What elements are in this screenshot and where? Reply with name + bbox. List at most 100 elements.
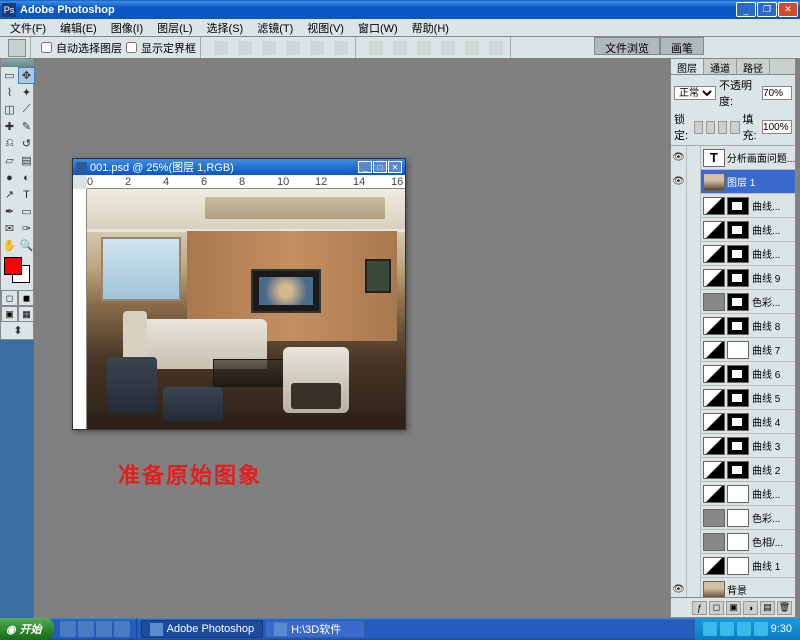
layer-set-icon[interactable]: ▣ bbox=[726, 601, 741, 615]
layer-name[interactable]: 曲线 7 bbox=[752, 342, 780, 357]
layer-name[interactable]: 曲线 3 bbox=[752, 438, 780, 453]
link-cell[interactable] bbox=[687, 314, 701, 338]
layer-name[interactable]: 曲线 2 bbox=[752, 462, 780, 477]
lock-pixels-icon[interactable] bbox=[706, 121, 715, 134]
menu-item[interactable]: 文件(F) bbox=[4, 19, 52, 37]
menu-item[interactable]: 图像(I) bbox=[105, 19, 149, 37]
visibility-toggle[interactable] bbox=[671, 410, 687, 434]
visibility-toggle[interactable] bbox=[671, 386, 687, 410]
layer-row[interactable]: 曲线 2 bbox=[671, 458, 795, 482]
slice-tool[interactable]: ⟋ bbox=[18, 101, 35, 118]
lasso-tool[interactable]: ⌇ bbox=[1, 84, 18, 101]
layer-row[interactable]: 色彩... bbox=[671, 506, 795, 530]
pen-tool[interactable]: ✒ bbox=[1, 203, 18, 220]
toolbox-grip[interactable] bbox=[1, 59, 33, 67]
lock-position-icon[interactable] bbox=[718, 121, 727, 134]
stamp-tool[interactable]: ⎌ bbox=[1, 135, 18, 152]
tray-icon[interactable] bbox=[720, 622, 734, 636]
heal-tool[interactable]: ✚ bbox=[1, 118, 18, 135]
blur-tool[interactable]: ● bbox=[1, 169, 18, 186]
layer-mask-thumbnail[interactable] bbox=[727, 245, 749, 263]
layer-mask-thumbnail[interactable] bbox=[727, 533, 749, 551]
layer-mask-thumbnail[interactable] bbox=[727, 413, 749, 431]
layer-thumbnail[interactable] bbox=[703, 581, 725, 598]
layer-mask-thumbnail[interactable] bbox=[727, 389, 749, 407]
screen-mode-icon[interactable]: ▦ bbox=[18, 306, 35, 322]
link-cell[interactable] bbox=[687, 170, 701, 194]
visibility-toggle[interactable] bbox=[671, 482, 687, 506]
layer-list[interactable]: 👁T分析画面问题...👁 图层 1 曲线... 曲线... 曲线... 曲线 9 色彩...… bbox=[671, 146, 795, 597]
screen-mode-icon[interactable]: ▣ bbox=[1, 306, 18, 322]
delete-layer-icon[interactable]: 🗑 bbox=[777, 601, 792, 615]
layer-style-icon[interactable]: ƒ bbox=[692, 601, 707, 615]
layer-name[interactable]: 曲线... bbox=[752, 246, 780, 261]
distribute-icon[interactable] bbox=[417, 41, 431, 55]
minimize-button[interactable]: _ bbox=[736, 2, 756, 17]
task-button[interactable]: Adobe Photoshop bbox=[141, 620, 263, 638]
layer-name[interactable]: 曲线 5 bbox=[752, 390, 780, 405]
link-cell[interactable] bbox=[687, 338, 701, 362]
link-cell[interactable] bbox=[687, 194, 701, 218]
tab-file-browser[interactable]: 文件浏览 bbox=[594, 37, 660, 55]
layer-mask-thumbnail[interactable] bbox=[727, 485, 749, 503]
layer-thumbnail[interactable] bbox=[703, 365, 725, 383]
layer-row[interactable]: 色彩... bbox=[671, 290, 795, 314]
layer-thumbnail[interactable] bbox=[703, 437, 725, 455]
visibility-toggle[interactable] bbox=[671, 266, 687, 290]
close-button[interactable]: ✕ bbox=[778, 2, 798, 17]
layer-name[interactable]: 曲线 4 bbox=[752, 414, 780, 429]
visibility-toggle[interactable]: 👁 bbox=[671, 146, 687, 170]
mask-mode-icon[interactable]: ◼ bbox=[18, 290, 35, 306]
visibility-toggle[interactable]: 👁 bbox=[671, 170, 687, 194]
link-cell[interactable] bbox=[687, 506, 701, 530]
layer-name[interactable]: 曲线 9 bbox=[752, 270, 780, 285]
layer-row[interactable]: 👁背景 bbox=[671, 578, 795, 597]
layer-row[interactable]: 曲线 6 bbox=[671, 362, 795, 386]
layer-thumbnail[interactable] bbox=[703, 461, 725, 479]
tab-channels[interactable]: 通道 bbox=[704, 59, 737, 74]
tab-brushes[interactable]: 画笔 bbox=[660, 37, 704, 55]
shape-tool[interactable]: ▭ bbox=[18, 203, 35, 220]
crop-tool[interactable]: ◫ bbox=[1, 101, 18, 118]
standard-mode-icon[interactable]: ◻ bbox=[1, 290, 18, 306]
hand-tool[interactable]: ✋ bbox=[1, 237, 18, 254]
layer-thumbnail[interactable] bbox=[703, 557, 725, 575]
menu-item[interactable]: 图层(L) bbox=[151, 19, 198, 37]
layer-mask-thumbnail[interactable] bbox=[727, 341, 749, 359]
link-cell[interactable] bbox=[687, 578, 701, 598]
layer-thumbnail[interactable] bbox=[703, 341, 725, 359]
visibility-toggle[interactable] bbox=[671, 458, 687, 482]
layer-name[interactable]: 分析画面问题... bbox=[727, 150, 795, 165]
align-icon[interactable] bbox=[310, 41, 324, 55]
layer-mask-thumbnail[interactable] bbox=[727, 269, 749, 287]
notes-tool[interactable]: ✉ bbox=[1, 220, 18, 237]
layer-row[interactable]: 曲线... bbox=[671, 194, 795, 218]
layer-mask-thumbnail[interactable] bbox=[727, 293, 749, 311]
layer-row[interactable]: 👁T分析画面问题... bbox=[671, 146, 795, 170]
link-cell[interactable] bbox=[687, 434, 701, 458]
menu-item[interactable]: 编辑(E) bbox=[54, 19, 103, 37]
eyedropper-tool[interactable]: ✑ bbox=[18, 220, 35, 237]
link-cell[interactable] bbox=[687, 362, 701, 386]
eraser-tool[interactable]: ▱ bbox=[1, 152, 18, 169]
layer-name[interactable]: 图层 1 bbox=[727, 174, 755, 189]
doc-close-button[interactable]: ✕ bbox=[388, 161, 402, 173]
visibility-toggle[interactable] bbox=[671, 554, 687, 578]
layer-row[interactable]: 曲线... bbox=[671, 482, 795, 506]
layer-row[interactable]: 曲线... bbox=[671, 242, 795, 266]
layer-thumbnail[interactable] bbox=[703, 413, 725, 431]
visibility-toggle[interactable] bbox=[671, 434, 687, 458]
layer-thumbnail[interactable] bbox=[703, 485, 725, 503]
link-cell[interactable] bbox=[687, 290, 701, 314]
layer-row[interactable]: 曲线 1 bbox=[671, 554, 795, 578]
ql-icon[interactable] bbox=[78, 621, 94, 637]
auto-select-checkbox[interactable] bbox=[41, 42, 52, 53]
dodge-tool[interactable]: ◐ bbox=[18, 169, 35, 186]
link-cell[interactable] bbox=[687, 218, 701, 242]
canvas[interactable] bbox=[87, 189, 405, 429]
tray-icon[interactable] bbox=[737, 622, 751, 636]
layer-mask-thumbnail[interactable] bbox=[727, 437, 749, 455]
layer-row[interactable]: 曲线 3 bbox=[671, 434, 795, 458]
tray-icon[interactable] bbox=[754, 622, 768, 636]
start-button[interactable]: ◉开始 bbox=[0, 618, 54, 640]
